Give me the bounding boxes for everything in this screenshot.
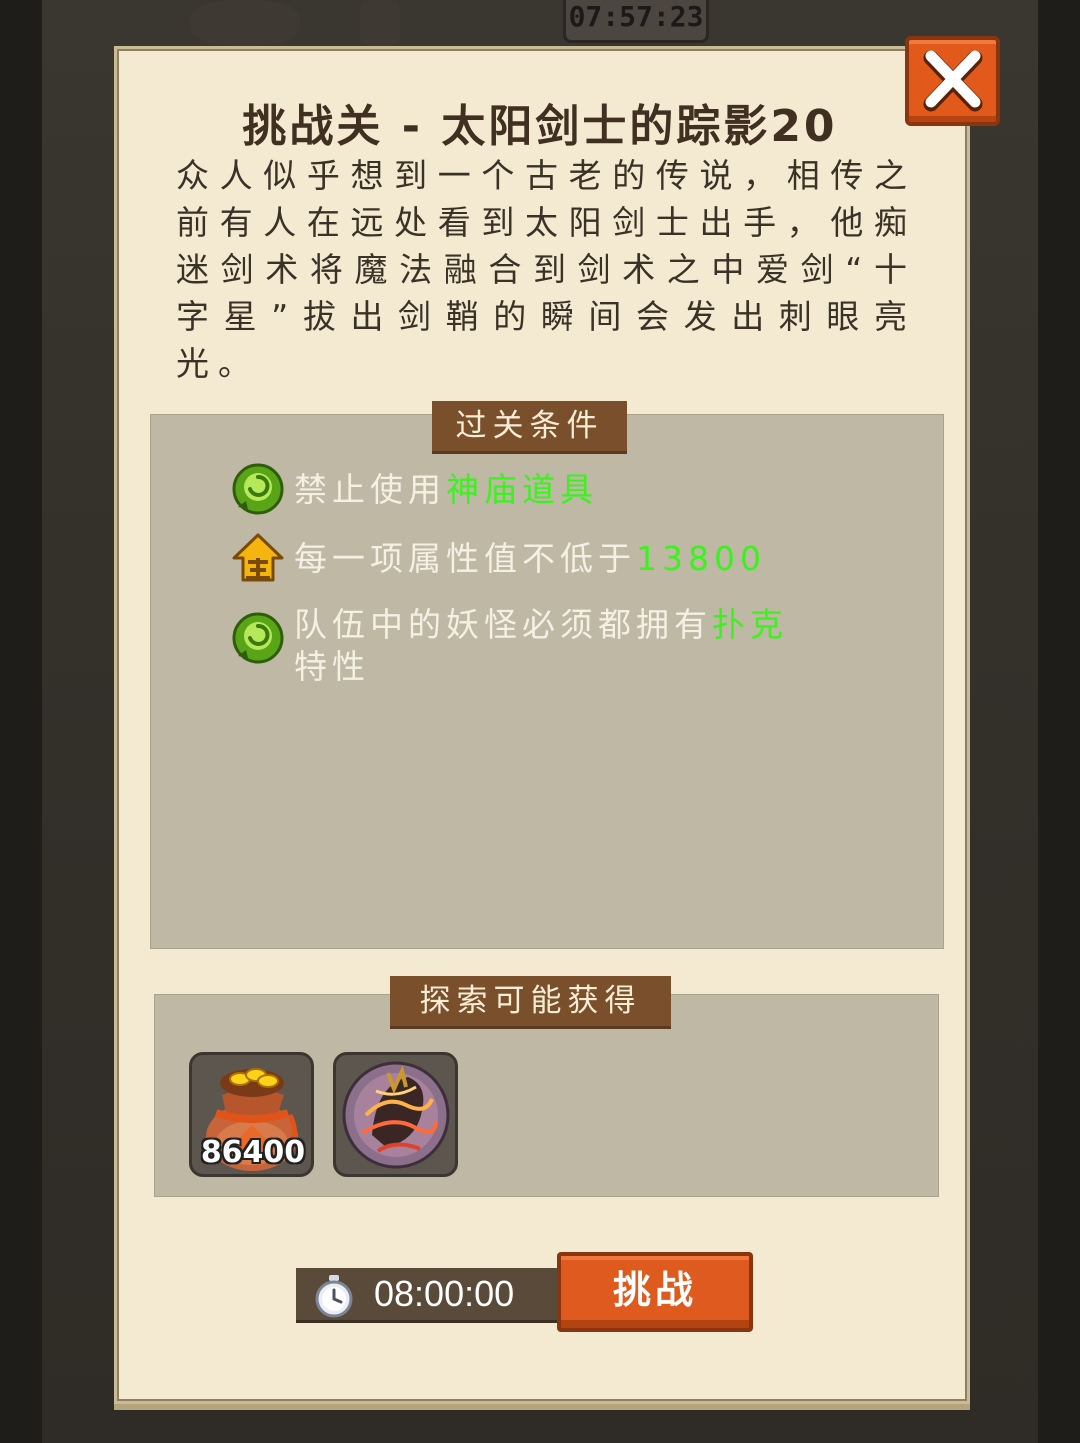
challenge-button[interactable]: 挑战 [557, 1252, 753, 1332]
background-clock: 07:57:23 [563, 0, 709, 43]
condition-item: 队伍中的妖怪必须都拥有扑克特性 [232, 598, 832, 688]
background-cactus [360, 0, 400, 46]
timer-bar: 08:00:00 [296, 1268, 566, 1323]
stopwatch-icon [315, 1275, 353, 1318]
condition-text: 每一项属性值不低于 [294, 539, 636, 578]
condition-text: 队伍中的妖怪必须都拥有 [294, 605, 712, 644]
condition-highlight: 扑克 [712, 605, 788, 644]
condition-item: 每一项属性值不低于13800 [232, 532, 832, 586]
dialog-title: 挑战关 - 太阳剑士的踪影20 [242, 101, 838, 152]
condition-highlight: 神庙道具 [446, 470, 598, 509]
condition-text-suffix: 特性 [294, 647, 370, 686]
close-x-icon [923, 50, 983, 112]
background-edge-right [1038, 0, 1080, 1443]
green-swirl-icon [232, 612, 284, 664]
green-swirl-icon [232, 463, 284, 515]
reward-item[interactable]: 86400 [189, 1052, 314, 1177]
story-text: 众人似乎想到一个古老的传说，相传之前有人在远处看到太阳剑士出手，他痴迷剑术将魔法… [176, 156, 916, 383]
dragon-orb-icon [342, 1061, 450, 1169]
condition-text: 禁止使用 [294, 470, 446, 509]
background-rock [190, 0, 300, 46]
reward-count: 86400 [200, 1135, 306, 1170]
reward-item[interactable] [333, 1052, 458, 1177]
conditions-header: 过关条件 [432, 401, 627, 451]
rewards-header: 探索可能获得 [390, 976, 671, 1026]
timer-text: 08:00:00 [374, 1273, 515, 1314]
gold-quan-icon [232, 533, 284, 582]
condition-highlight: 13800 [636, 539, 766, 578]
condition-item: 禁止使用神庙道具 [232, 463, 832, 517]
background-edge-left [0, 0, 42, 1443]
